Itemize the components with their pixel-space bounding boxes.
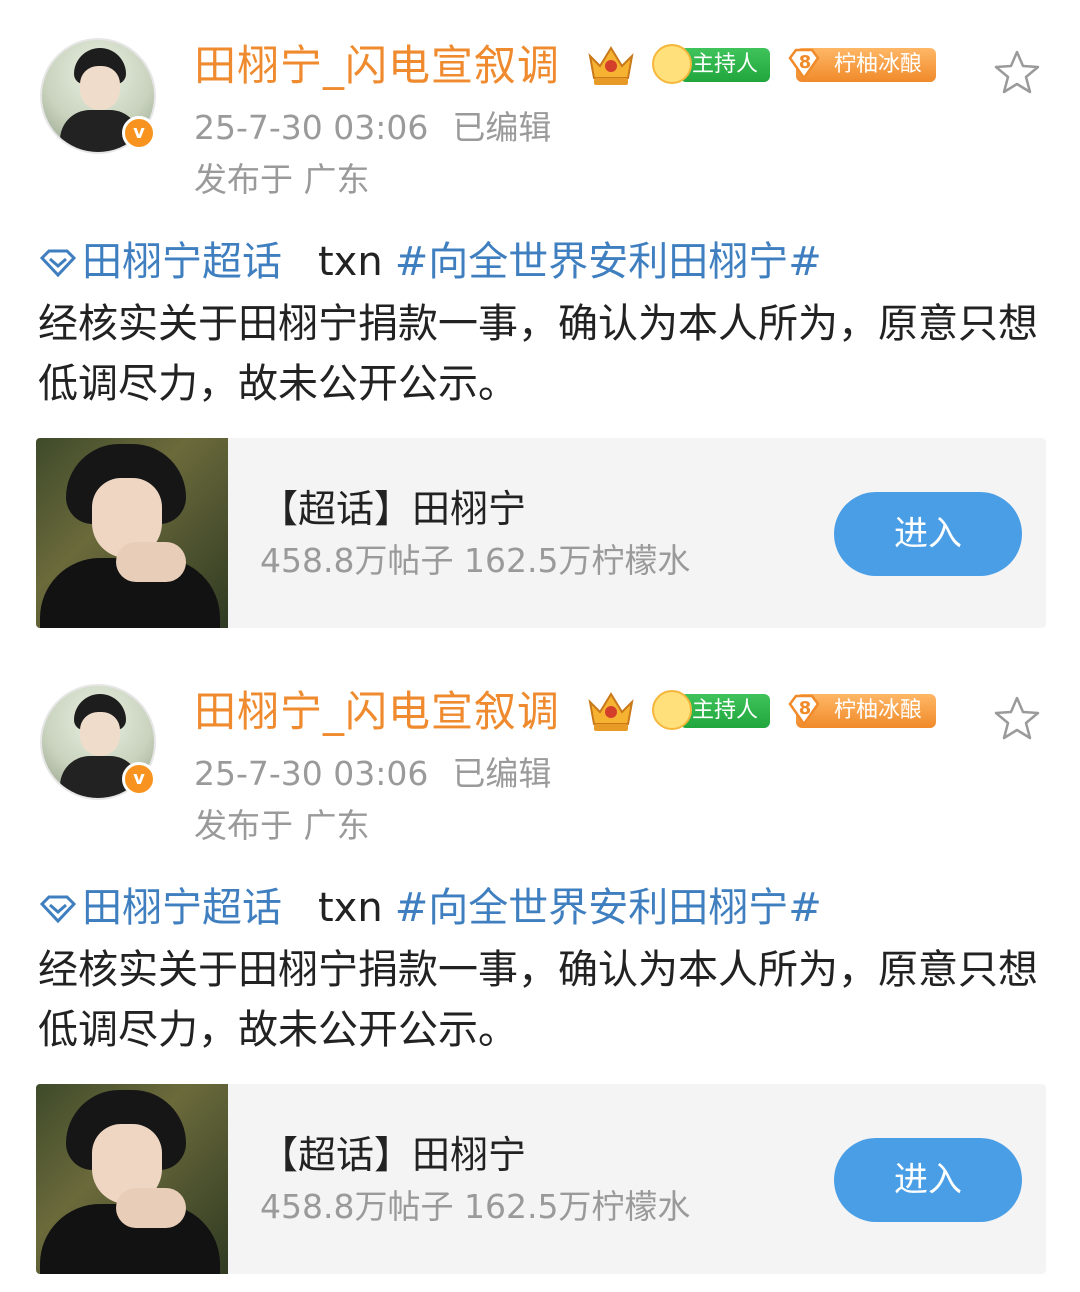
avatar-face [80,66,120,110]
edited-label[interactable]: 已编辑 [452,108,551,147]
level-badge-label: 柠柚冰酿 [834,698,923,723]
post-tags: 田栩宁超话 txn #向全世界安利田栩宁# [38,236,822,288]
host-mascot-icon [652,690,692,730]
verified-icon: v [122,762,156,796]
post-meta: 25-7-30 03:06 已编辑 [194,752,551,796]
star-icon[interactable] [992,48,1042,98]
star-icon[interactable] [992,694,1042,744]
timestamp: 25-7-30 03:06 [194,754,429,793]
card-title: 【超话】田栩宁 [260,1133,527,1177]
weibo-post: v 田栩宁_闪电宣叙调 主持人 8 柠柚冰酿 25-7-30 03:06 已编辑 … [0,0,1080,646]
thumbnail-hand [116,1188,186,1228]
avatar-face [80,712,120,756]
super-topic-card[interactable]: 【超话】田栩宁 458.8万帖子 162.5万柠檬水 进入 [36,1084,1046,1274]
topic-thumbnail [36,438,228,628]
topic-link[interactable]: 田栩宁超话 [38,239,282,285]
host-badge[interactable]: 主持人 [652,44,772,84]
topic-link-label: 田栩宁超话 [82,239,282,285]
host-mascot-icon [652,44,692,84]
card-stats: 458.8万帖子 162.5万柠檬水 [260,541,691,580]
post-meta: 25-7-30 03:06 已编辑 [194,106,551,150]
location: 发布于 广东 [194,806,370,845]
post-body: 经核实关于田栩宁捐款一事，确认为本人所为，原意只想低调尽力，故未公开公示。 [38,947,1038,1053]
post-body: 经核实关于田栩宁捐款一事，确认为本人所为，原意只想低调尽力，故未公开公示。 [38,301,1038,407]
topic-link-label: 田栩宁超话 [82,885,282,931]
super-topic-card[interactable]: 【超话】田栩宁 458.8万帖子 162.5万柠檬水 进入 [36,438,1046,628]
level-badge[interactable]: 8 柠柚冰酿 [786,44,938,84]
username[interactable]: 田栩宁_闪电宣叙调 [194,40,560,92]
crown-icon [588,692,634,731]
level-badge[interactable]: 8 柠柚冰酿 [786,690,938,730]
hashtag-link[interactable]: #向全世界安利田栩宁# [395,885,822,931]
level-number: 8 [798,698,812,719]
crown-icon [588,46,634,85]
hashtag-link[interactable]: #向全世界安利田栩宁# [395,239,822,285]
host-badge[interactable]: 主持人 [652,690,772,730]
topic-thumbnail [36,1084,228,1274]
host-badge-label: 主持人 [692,698,759,723]
verified-icon: v [122,116,156,150]
enter-button[interactable]: 进入 [834,492,1022,576]
location: 发布于 广东 [194,160,370,199]
card-stats: 458.8万帖子 162.5万柠檬水 [260,1187,691,1226]
post-tags: 田栩宁超话 txn #向全世界安利田栩宁# [38,882,822,934]
tag-prefix: txn [318,885,383,931]
weibo-post: v 田栩宁_闪电宣叙调 主持人 8 柠柚冰酿 25-7-30 03:06 已编辑 … [0,646,1080,1292]
thumbnail-hand [116,542,186,582]
username[interactable]: 田栩宁_闪电宣叙调 [194,686,560,738]
edited-label[interactable]: 已编辑 [452,754,551,793]
host-badge-label: 主持人 [692,52,759,77]
enter-button[interactable]: 进入 [834,1138,1022,1222]
level-number: 8 [798,52,812,73]
diamond-topic-icon [39,895,77,924]
topic-link[interactable]: 田栩宁超话 [38,885,282,931]
timestamp: 25-7-30 03:06 [194,108,429,147]
diamond-topic-icon [39,249,77,278]
level-badge-label: 柠柚冰酿 [834,52,923,77]
card-title: 【超话】田栩宁 [260,487,527,531]
tag-prefix: txn [318,239,383,285]
